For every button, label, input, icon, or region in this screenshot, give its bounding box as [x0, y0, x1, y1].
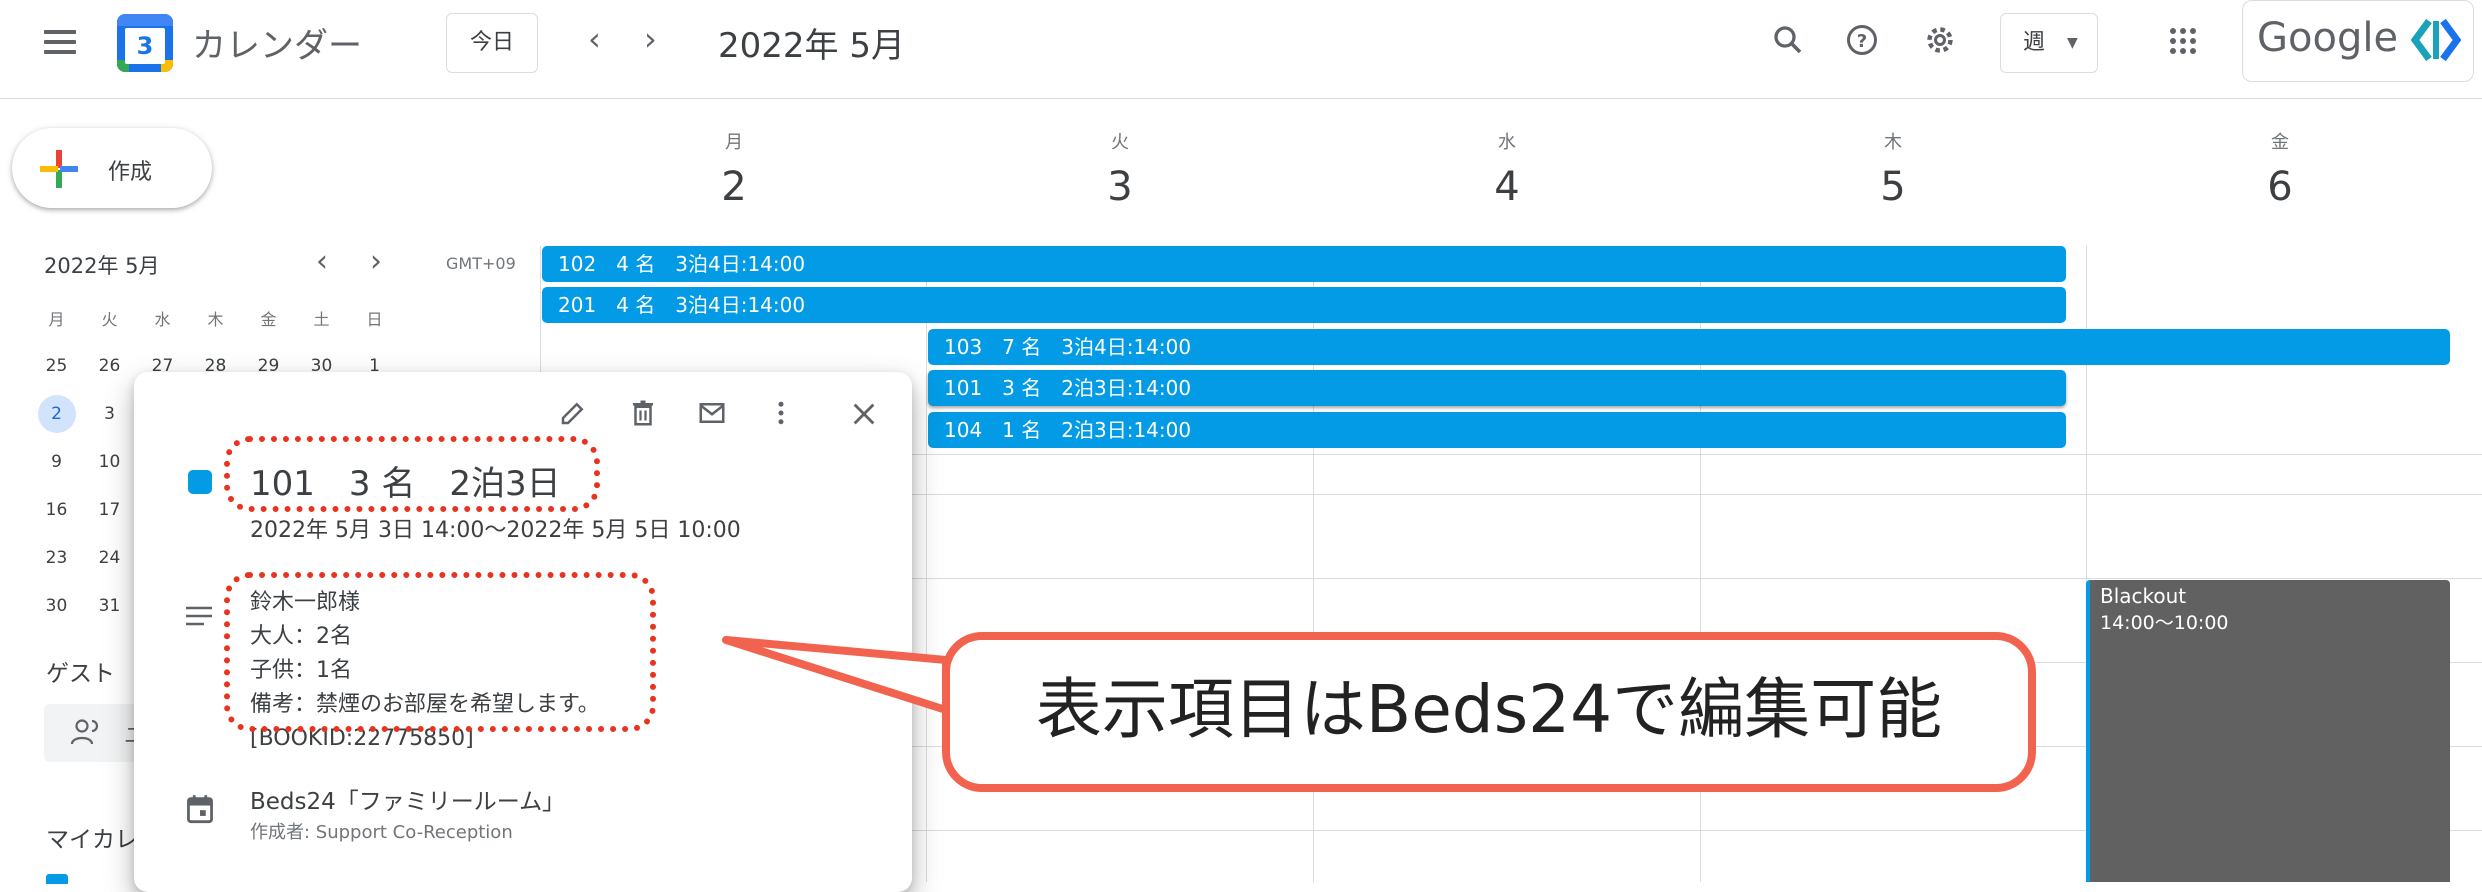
create-label: 作成 [108, 160, 153, 185]
mini-calendar-month: 2022年 5月 [44, 254, 160, 278]
day-number-tue[interactable]: 3 [1080, 164, 1160, 210]
people-icon [70, 718, 104, 750]
day-name-tue: 火 [1111, 132, 1129, 153]
mini-weekday: 月 [48, 310, 65, 329]
mini-day[interactable]: 25 [30, 342, 83, 390]
email-envelope-icon[interactable] [696, 398, 728, 432]
svg-text:?: ? [1857, 31, 1867, 52]
mini-day[interactable]: 23 [30, 534, 83, 582]
description-highlight-outline [224, 572, 656, 732]
apps-grid-icon[interactable] [2168, 26, 2198, 56]
next-period-icon[interactable]: › [644, 20, 657, 58]
event-datetime: 2022年 5月 3日 14:00〜2022年 5月 5日 10:00 [250, 518, 741, 543]
description-lines-icon [184, 604, 214, 634]
mini-day[interactable]: 10 [83, 438, 136, 486]
edit-pencil-icon[interactable] [558, 398, 588, 432]
event-creator: 作成者: Support Co-Reception [250, 822, 513, 843]
calendar-logo: 3 [117, 14, 173, 72]
mini-day-selected[interactable]: 2 [30, 390, 83, 438]
previous-period-icon[interactable]: ‹ [588, 20, 601, 58]
delete-trash-icon[interactable] [628, 398, 658, 432]
day-number-fri[interactable]: 6 [2240, 164, 2320, 210]
today-button[interactable]: 今日 [446, 13, 538, 73]
mini-day[interactable]: 16 [30, 486, 83, 534]
dropdown-arrow-icon: ▼ [2067, 35, 2078, 51]
close-icon[interactable] [850, 400, 878, 432]
mini-day[interactable]: 26 [83, 342, 136, 390]
mini-weekday: 土 [313, 310, 330, 329]
calendar-icon [186, 794, 214, 828]
mini-day[interactable]: 31 [83, 582, 136, 630]
day-name-mon: 月 [725, 132, 743, 153]
main-menu-icon[interactable] [44, 24, 78, 58]
more-options-icon[interactable] [774, 398, 788, 432]
mini-weekday: 日 [366, 310, 383, 329]
event-chip[interactable]: 104 1 名 2泊3日:14:00 [928, 412, 2066, 448]
day-number-wed[interactable]: 4 [1467, 164, 1547, 210]
callout-pointer [722, 636, 950, 714]
mini-weekday: 木 [207, 310, 224, 329]
mini-day[interactable]: 3 [83, 390, 136, 438]
title-highlight-outline [224, 436, 600, 512]
mini-prev-icon[interactable]: ‹ [316, 244, 328, 279]
mini-next-icon[interactable]: › [370, 244, 382, 279]
guests-heading: ゲスト [46, 661, 115, 687]
search-icon[interactable] [1770, 22, 1806, 58]
blackout-event[interactable]: Blackout 14:00〜10:00 [2086, 580, 2450, 882]
app-title: カレンダー [192, 26, 362, 66]
day-number-mon[interactable]: 2 [694, 164, 774, 210]
grid-column-divider [926, 246, 927, 882]
mini-day[interactable]: 17 [83, 486, 136, 534]
current-period-label: 2022年 5月 [718, 26, 905, 66]
create-button[interactable]: 作成 [12, 128, 212, 208]
day-name-wed: 水 [1498, 132, 1516, 153]
day-name-fri: 金 [2271, 132, 2289, 153]
mini-weekday: 水 [154, 310, 171, 329]
event-chip[interactable]: 201 4 名 3泊4日:14:00 [542, 287, 2066, 323]
event-color-swatch [188, 470, 212, 494]
timezone-label: GMT+09 [446, 254, 516, 273]
mini-day[interactable]: 30 [30, 582, 83, 630]
co-reception-logo-icon [2409, 17, 2463, 67]
mini-weekday: 金 [260, 310, 277, 329]
mini-day[interactable]: 9 [30, 438, 83, 486]
my-calendars-heading[interactable]: マイカレ [46, 820, 138, 854]
view-select-value: 週 [2023, 30, 2046, 55]
blackout-time: 14:00〜10:00 [2100, 612, 2229, 634]
top-app-bar: 3 カレンダー 今日 ‹ › 2022年 5月 ? 週 ▼ Google [0, 0, 2482, 99]
help-icon[interactable]: ? [1844, 22, 1880, 58]
annotation-callout: 表示項目はBeds24で編集可能 [942, 632, 2036, 792]
calendar-checkbox[interactable] [46, 874, 68, 884]
event-chip[interactable]: 102 4 名 3泊4日:14:00 [542, 246, 2066, 282]
event-chip[interactable]: 103 7 名 3泊4日:14:00 [928, 329, 2450, 365]
view-select-dropdown[interactable]: 週 ▼ [2000, 13, 2098, 73]
plus-icon [38, 148, 80, 194]
event-chip-selected[interactable]: 101 3 名 2泊3日:14:00 [928, 370, 2066, 406]
settings-gear-icon[interactable] [1922, 22, 1958, 58]
calendar-name: Beds24「ファミリールーム」 [250, 789, 566, 815]
day-name-thu: 木 [1884, 132, 1902, 153]
account-brand-button[interactable]: Google [2242, 0, 2474, 82]
google-wordmark: Google [2257, 15, 2399, 61]
blackout-title: Blackout [2100, 584, 2187, 608]
day-number-thu[interactable]: 5 [1853, 164, 1933, 210]
mini-weekday: 火 [101, 310, 118, 329]
mini-day[interactable]: 24 [83, 534, 136, 582]
